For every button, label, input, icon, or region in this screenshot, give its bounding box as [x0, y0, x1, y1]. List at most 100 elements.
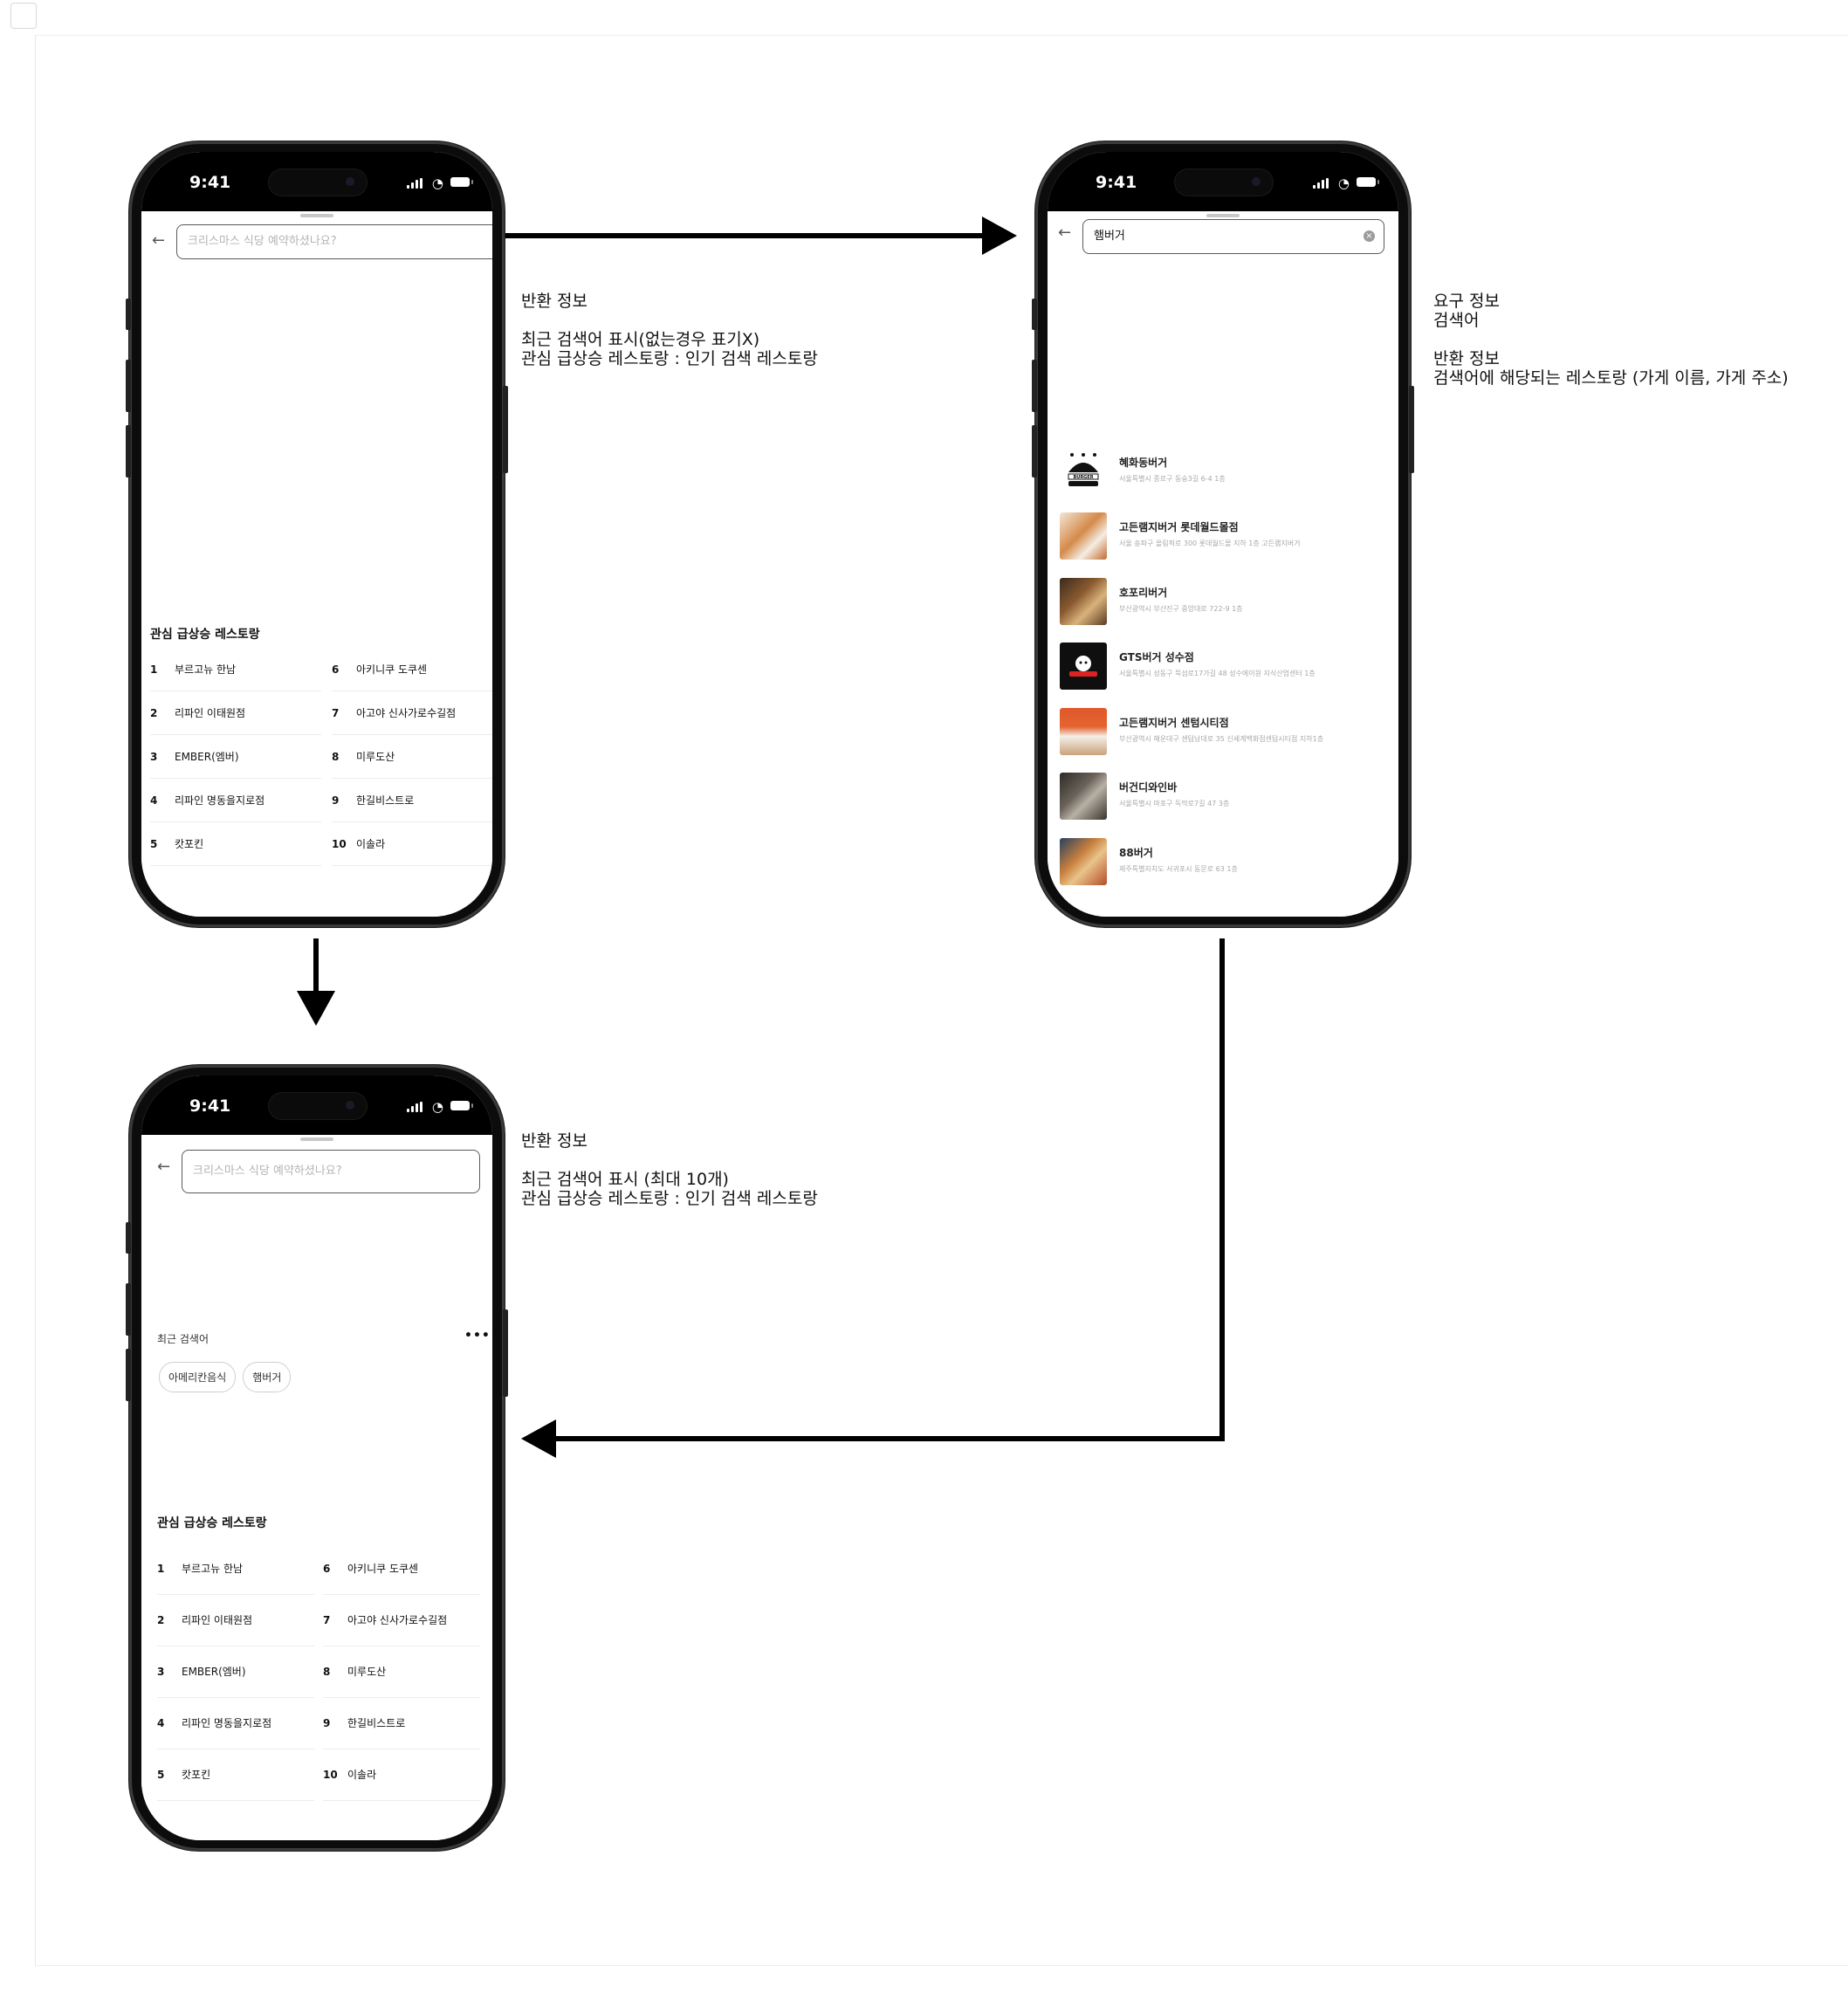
ranking-item[interactable]: 9 한길비스트로 [323, 1698, 480, 1749]
volume-down-button [1032, 425, 1037, 478]
restaurant-name: 고든램지버거 롯데월드몰점 [1119, 521, 1239, 533]
burger-logo-icon: BURGER [1068, 453, 1099, 486]
rank-number: 2 [157, 1614, 165, 1626]
recent-search-chips: 아메리칸음식 햄버거 [159, 1362, 292, 1392]
restaurant-name: 부르고뉴 한남 [175, 663, 237, 676]
restaurant-name: 미루도산 [347, 1666, 387, 1678]
restaurant-name: 부르고뉴 한남 [182, 1563, 244, 1575]
result-item[interactable]: 고든램지버거 롯데월드몰점 서울 송파구 올림픽로 300 롯데월드몰 지하 1… [1060, 512, 1383, 561]
recent-search-chip[interactable]: 아메리칸음식 [159, 1362, 237, 1392]
restaurant-name: 이솔라 [356, 838, 386, 850]
ranking-item[interactable]: 4 리파인 명동을지로점 [157, 1698, 314, 1749]
rank-number: 9 [332, 794, 340, 807]
more-icon[interactable]: ••• [464, 1329, 491, 1343]
ranking-column-right: 6 아키니쿠 도쿠센 7 아고야 신사가로수길점 8 미루도산 9 한길비스트로 10 이… [323, 1543, 480, 1801]
search-value: 햄버거 [1094, 230, 1125, 243]
signal-icon [1313, 178, 1330, 189]
ranking-item[interactable]: 8 미루도산 [323, 1646, 480, 1698]
camera-icon [346, 177, 354, 186]
search-sheet: ← 크리스마스 식당 예약하셨나요? 최근 검색어 ••• 아메리칸음식 햄버거… [141, 1135, 492, 1840]
result-item[interactable]: 고든램지버거 센텀시티점 부산광역시 해운대구 센텀남대로 35 신세계백화점센… [1060, 708, 1383, 757]
phone-search-initial: 9:41 ◔ ← 크리스마스 식당 예약하셨나요? 관심 급상승 레스토랑 1 부… [126, 141, 508, 927]
ranking-item[interactable]: 10 이솔라 [323, 1749, 480, 1801]
back-arrow-icon[interactable]: ← [157, 1158, 170, 1176]
phone-screen: 9:41 ◔ ← 햄버거 × BURGER 혜화동버거 서울특별시 종로구 동숭… [1048, 152, 1398, 917]
ranking-item[interactable]: 2 리파인 이태원점 [150, 691, 321, 735]
rank-number: 6 [332, 663, 340, 676]
result-item[interactable]: 88버거 제주특별자치도 서귀포시 동문로 63 1층 [1060, 838, 1383, 887]
sheet-grabber[interactable] [300, 1137, 333, 1141]
ranking-item[interactable]: 6 아키니쿠 도쿠센 [323, 1543, 480, 1595]
ranking-item[interactable]: 3 EMBER(엠버) [157, 1646, 314, 1698]
power-button [503, 1309, 508, 1397]
gts-logo-icon [1069, 656, 1097, 677]
ranking-item[interactable]: 5 캇포킨 [157, 1749, 314, 1801]
search-input[interactable]: 크리스마스 식당 예약하셨나요? [182, 1150, 480, 1193]
result-item[interactable]: 호포리버거 부산광역시 부산진구 중앙대로 722-9 1층 [1060, 578, 1383, 627]
ranking-item[interactable]: 7 아고야 신사가로수길점 [323, 1595, 480, 1646]
rank-number: 5 [150, 838, 158, 850]
camera-icon [1252, 177, 1261, 186]
battery-icon [450, 1101, 473, 1110]
ranking-column-right: 6 아키니쿠 도쿠센 7 아고야 신사가로수길점 8 미루도산 9 한길비스트로 10 이… [332, 648, 492, 866]
restaurant-address: 서울특별시 종로구 동숭3길 6-4 1층 [1119, 475, 1226, 483]
food-photo-thumbnail [1060, 578, 1107, 625]
status-bar: 9:41 ◔ [141, 152, 492, 211]
search-sheet: ← 크리스마스 식당 예약하셨나요? 관심 급상승 레스토랑 1 부르고뉴 한남 … [141, 211, 492, 917]
rank-number: 8 [332, 751, 340, 763]
result-item[interactable]: GTS버거 성수점 서울특별시 성동구 뚝섬로17가길 48 성수에이원 지식산… [1060, 643, 1383, 691]
rank-number: 10 [323, 1769, 338, 1781]
ranking-column-left: 1 부르고뉴 한남 2 리파인 이태원점 3 EMBER(엠버) 4 리파인 명동을지로… [150, 648, 321, 866]
side-button [1032, 299, 1037, 330]
ranking-column-left: 1 부르고뉴 한남 2 리파인 이태원점 3 EMBER(엠버) 4 리파인 명동을지로… [157, 1543, 314, 1801]
result-item[interactable]: 버건디와인바 서울특별시 마포구 독막로7길 47 3층 [1060, 773, 1383, 821]
sheet-grabber[interactable] [1206, 214, 1240, 217]
rank-number: 1 [150, 663, 158, 676]
rank-number: 8 [323, 1666, 331, 1678]
volume-down-button [126, 1349, 131, 1401]
rank-number: 6 [323, 1563, 331, 1575]
volume-down-button [126, 425, 131, 478]
clear-icon[interactable]: × [1364, 230, 1375, 242]
back-arrow-icon[interactable]: ← [152, 231, 165, 250]
ranking-item[interactable]: 2 리파인 이태원점 [157, 1595, 314, 1646]
signal-icon [407, 178, 424, 189]
ranking-item[interactable]: 5 캇포킨 [150, 822, 321, 866]
volume-up-button [126, 1283, 131, 1336]
ranking-item[interactable]: 7 아고야 신사가로수길점 [332, 691, 492, 735]
restaurant-name: 리파인 명동을지로점 [175, 794, 265, 807]
recent-search-chip[interactable]: 햄버거 [243, 1362, 292, 1392]
search-input[interactable]: 햄버거 × [1082, 219, 1384, 254]
search-input[interactable]: 크리스마스 식당 예약하셨나요? [176, 224, 492, 259]
rank-number: 3 [150, 751, 158, 763]
rank-number: 4 [157, 1717, 165, 1729]
burger-logo-thumbnail: BURGER [1060, 448, 1107, 495]
power-button [503, 386, 508, 473]
result-item[interactable]: BURGER 혜화동버거 서울특별시 종로구 동숭3길 6-4 1층 [1060, 448, 1383, 497]
ranking-item[interactable]: 6 아키니쿠 도쿠센 [332, 648, 492, 691]
ranking-item[interactable]: 1 부르고뉴 한남 [157, 1543, 314, 1595]
volume-up-button [1032, 360, 1037, 412]
ranking-item[interactable]: 9 한길비스트로 [332, 779, 492, 822]
battery-icon [1357, 177, 1379, 187]
restaurant-name: 리파인 이태원점 [182, 1614, 253, 1626]
trending-title: 관심 급상승 레스토랑 [150, 628, 260, 642]
ranking-item[interactable]: 4 리파인 명동을지로점 [150, 779, 321, 822]
restaurant-name: 캇포킨 [175, 838, 204, 850]
rank-number: 4 [150, 794, 158, 807]
food-photo-thumbnail [1060, 512, 1107, 560]
restaurant-address: 부산광역시 부산진구 중앙대로 722-9 1층 [1119, 605, 1243, 613]
rank-number: 2 [150, 707, 158, 719]
ranking-item[interactable]: 3 EMBER(엠버) [150, 735, 321, 779]
ranking-item[interactable]: 10 이솔라 [332, 822, 492, 866]
volume-up-button [126, 360, 131, 412]
note-screen3: 반환 정보 최근 검색어 표시 (최대 10개) 관심 급상승 레스토랑 : 인… [521, 1131, 818, 1208]
ranking-item[interactable]: 1 부르고뉴 한남 [150, 648, 321, 691]
back-arrow-icon[interactable]: ← [1058, 223, 1071, 242]
restaurant-name: 아키니쿠 도쿠센 [347, 1563, 419, 1575]
signal-icon [407, 1102, 424, 1112]
ranking-item[interactable]: 8 미루도산 [332, 735, 492, 779]
sheet-grabber[interactable] [300, 214, 333, 217]
restaurant-name: EMBER(엠버) [175, 751, 239, 763]
restaurant-name: 미루도산 [356, 751, 395, 763]
